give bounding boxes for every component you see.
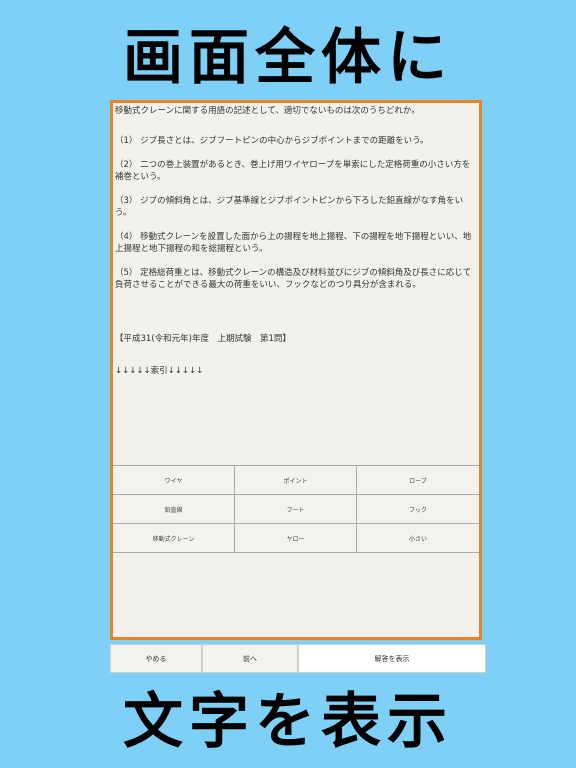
option-4: （4） 移動式クレーンを設置した面から上の揚程を地上揚程、下の揚程を地下揚程とい…	[115, 232, 472, 254]
keyword-button[interactable]: 移動式クレーン	[113, 524, 235, 553]
index-label: ↓↓↓↓↓索引↓↓↓↓↓	[115, 366, 204, 376]
banner-bottom-text: 文字を表示	[123, 687, 453, 757]
previous-button[interactable]: 前へ	[202, 644, 298, 673]
keyword-button[interactable]: ロープ	[357, 466, 479, 495]
keyword-button[interactable]: フート	[235, 495, 357, 524]
quit-button[interactable]: やめる	[110, 644, 202, 673]
question-body: 移動式クレーンに関する用語の記述として、適切でないものは次のうちどれか。 （1）…	[113, 103, 479, 377]
keyword-button[interactable]: ワイヤ	[113, 466, 235, 495]
option-5: （5） 定格総荷重とは、移動式クレーンの構造及び材料並びにジブの傾斜角及び長さに…	[115, 268, 472, 290]
keyword-button[interactable]: 小さい	[357, 524, 479, 553]
option-1: （1） ジブ長さとは、ジブフートピンの中心からジブポイントまでの距離をいう。	[115, 136, 429, 146]
keyword-button[interactable]: ヤロー	[235, 524, 357, 553]
keyword-button[interactable]: フック	[357, 495, 479, 524]
keyword-button[interactable]: ポイント	[235, 466, 357, 495]
action-bar: やめる 前へ 解答を表示	[110, 644, 486, 673]
question-source: 【平成31(令和元年)年度 上期試験 第1問】	[115, 334, 291, 344]
keyword-index-grid: ワイヤ ポイント ロープ 鉛直線 フート フック 移動式クレーン ヤロー 小さい	[113, 465, 479, 553]
question-title: 移動式クレーンに関する用語の記述として、適切でないものは次のうちどれか。	[115, 106, 420, 116]
keyword-button[interactable]: 鉛直線	[113, 495, 235, 524]
question-screen: 移動式クレーンに関する用語の記述として、適切でないものは次のうちどれか。 （1）…	[110, 100, 482, 640]
banner-top-text: 画面全体に	[123, 23, 453, 93]
option-3: （3） ジブの傾斜角とは、ジブ基準線とジブポイントピンから下ろした鉛直線がなす角…	[115, 196, 464, 218]
show-answer-button[interactable]: 解答を表示	[298, 644, 486, 673]
option-2: （2） 二つの巻上装置があるとき、巻上げ用ワイヤロープを単索にした定格荷重の小さ…	[115, 160, 471, 182]
